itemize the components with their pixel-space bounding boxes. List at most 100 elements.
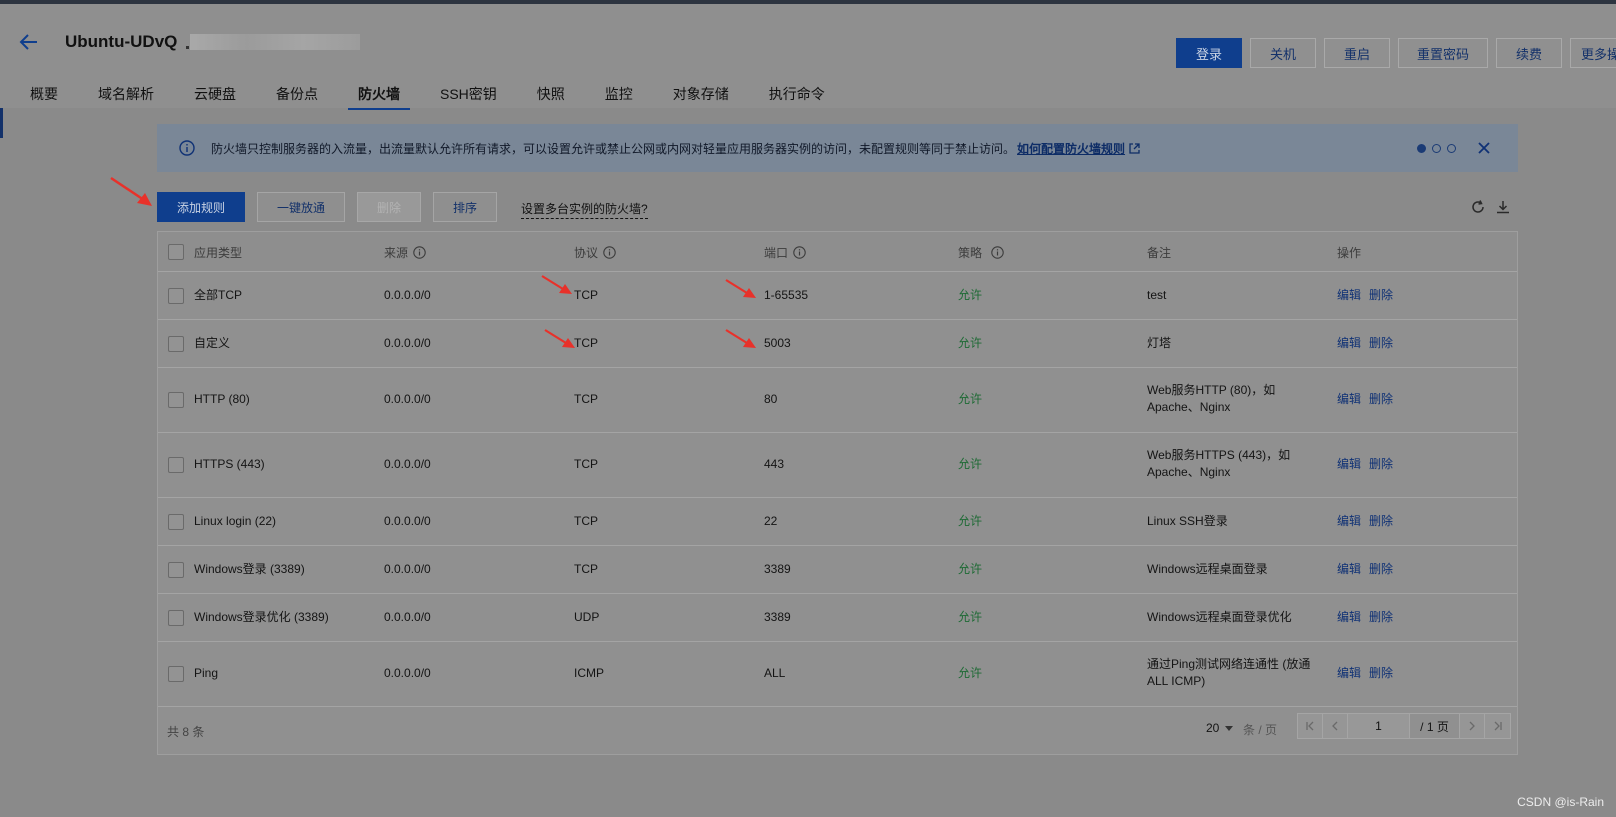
more-actions-button[interactable]: 更多操 xyxy=(1570,38,1616,68)
col-source: 来源 xyxy=(384,244,426,261)
page-number-input[interactable] xyxy=(1348,714,1410,738)
tab-snapshot[interactable]: 快照 xyxy=(537,78,565,110)
table-header: 应用类型 来源 协议 端口 策略 备注 操作 xyxy=(158,232,1517,272)
cell-port: 443 xyxy=(764,457,785,471)
restart-button[interactable]: 重启 xyxy=(1324,38,1390,68)
row-checkbox[interactable] xyxy=(168,562,184,578)
external-link-icon[interactable] xyxy=(1129,142,1140,154)
delete-rule-link[interactable]: 删除 xyxy=(1369,561,1393,578)
edit-rule-link[interactable]: 编辑 xyxy=(1337,665,1361,682)
back-arrow-icon[interactable] xyxy=(18,31,40,53)
firewall-help-link[interactable]: 如何配置防火墙规则 xyxy=(1017,140,1125,157)
carousel-dot[interactable] xyxy=(1417,144,1426,153)
cell-app: Windows登录优化 (3389) xyxy=(194,610,329,624)
tab-domain[interactable]: 域名解析 xyxy=(98,78,154,110)
cell-policy: 允许 xyxy=(958,666,983,680)
table-row: Windows登录优化 (3389) 0.0.0.0/0 UDP 3389 允许… xyxy=(158,594,1517,642)
cell-source: 0.0.0.0/0 xyxy=(384,457,431,471)
left-accent xyxy=(0,108,3,138)
cell-source: 0.0.0.0/0 xyxy=(384,610,431,624)
edit-rule-link[interactable]: 编辑 xyxy=(1337,456,1361,473)
row-checkbox[interactable] xyxy=(168,457,184,473)
cell-remark: 通过Ping测试网络连通性 (放通 ALL ICMP) xyxy=(1147,657,1311,688)
last-page-button[interactable] xyxy=(1485,714,1510,738)
cell-source: 0.0.0.0/0 xyxy=(384,666,431,680)
close-icon[interactable] xyxy=(1476,140,1492,156)
sort-button[interactable]: 排序 xyxy=(433,192,497,222)
tab-firewall[interactable]: 防火墙 xyxy=(348,78,410,110)
pagination: / 1 页 xyxy=(1297,713,1511,739)
add-rule-button[interactable]: 添加规则 xyxy=(157,192,245,222)
one-click-open-button[interactable]: 一键放通 xyxy=(257,192,345,222)
edit-rule-link[interactable]: 编辑 xyxy=(1337,609,1361,626)
carousel-dot[interactable] xyxy=(1447,144,1456,153)
delete-rule-link[interactable]: 删除 xyxy=(1369,456,1393,473)
notice-text: 防火墙只控制服务器的入流量，出流量默认允许所有请求，可以设置允许或禁止公网或内网… xyxy=(211,141,1016,156)
table-row: HTTP (80) 0.0.0.0/0 TCP 80 允许 Web服务HTTP … xyxy=(158,368,1517,433)
edit-rule-link[interactable]: 编辑 xyxy=(1337,391,1361,408)
help-icon[interactable] xyxy=(603,246,616,259)
edit-rule-link[interactable]: 编辑 xyxy=(1337,335,1361,352)
row-checkbox[interactable] xyxy=(168,666,184,682)
cell-app: HTTP (80) xyxy=(194,392,250,406)
delete-rule-link[interactable]: 删除 xyxy=(1369,513,1393,530)
prev-page-button[interactable] xyxy=(1323,714,1348,738)
refresh-icon[interactable] xyxy=(1470,199,1486,215)
tab-run-command[interactable]: 执行命令 xyxy=(769,78,825,110)
edit-rule-link[interactable]: 编辑 xyxy=(1337,513,1361,530)
row-checkbox[interactable] xyxy=(168,288,184,304)
tab-object-storage[interactable]: 对象存储 xyxy=(673,78,729,110)
row-checkbox[interactable] xyxy=(168,392,184,408)
cell-app: Windows登录 (3389) xyxy=(194,562,305,576)
cell-protocol: TCP xyxy=(574,336,598,350)
cell-policy: 允许 xyxy=(958,336,983,350)
tab-ssh-key[interactable]: SSH密钥 xyxy=(440,78,497,110)
col-remark: 备注 xyxy=(1147,246,1172,260)
firewall-rules-table: 应用类型 来源 协议 端口 策略 备注 操作 全部TCP 0.0.0.0/0 T… xyxy=(157,231,1518,755)
login-button[interactable]: 登录 xyxy=(1176,38,1242,68)
page-size-select[interactable]: 20 xyxy=(1206,721,1234,735)
row-checkbox[interactable] xyxy=(168,610,184,626)
delete-rule-link[interactable]: 删除 xyxy=(1369,335,1393,352)
info-banner: 防火墙只控制服务器的入流量，出流量默认允许所有请求，可以设置允许或禁止公网或内网… xyxy=(157,124,1518,172)
redacted-ip xyxy=(186,34,360,50)
cell-port: 3389 xyxy=(764,610,791,624)
col-app-type: 应用类型 xyxy=(194,246,243,260)
renew-button[interactable]: 续费 xyxy=(1496,38,1562,68)
cell-port: 5003 xyxy=(764,336,791,350)
col-actions: 操作 xyxy=(1337,246,1362,260)
row-checkbox[interactable] xyxy=(168,514,184,530)
delete-rule-link[interactable]: 删除 xyxy=(1369,665,1393,682)
tab-overview[interactable]: 概要 xyxy=(30,78,58,110)
edit-rule-link[interactable]: 编辑 xyxy=(1337,287,1361,304)
tab-monitor[interactable]: 监控 xyxy=(605,78,633,110)
download-icon[interactable] xyxy=(1495,199,1511,215)
total-count: 共 8 条 xyxy=(167,725,205,739)
delete-rule-link[interactable]: 删除 xyxy=(1369,609,1393,626)
row-checkbox[interactable] xyxy=(168,336,184,352)
delete-rule-link[interactable]: 删除 xyxy=(1369,391,1393,408)
cell-source: 0.0.0.0/0 xyxy=(384,392,431,406)
next-page-button[interactable] xyxy=(1460,714,1485,738)
cell-policy: 允许 xyxy=(958,514,983,528)
shutdown-button[interactable]: 关机 xyxy=(1250,38,1316,68)
carousel-dot[interactable] xyxy=(1432,144,1441,153)
help-icon[interactable] xyxy=(793,246,806,259)
tab-disk[interactable]: 云硬盘 xyxy=(194,78,236,110)
reset-password-button[interactable]: 重置密码 xyxy=(1398,38,1488,68)
select-all-checkbox[interactable] xyxy=(168,244,184,260)
chevron-down-icon xyxy=(1225,725,1234,731)
tab-backup[interactable]: 备份点 xyxy=(276,78,318,110)
delete-rule-link[interactable]: 删除 xyxy=(1369,287,1393,304)
table-row: 全部TCP 0.0.0.0/0 TCP 1-65535 允许 test 编辑 删… xyxy=(158,272,1517,320)
col-protocol: 协议 xyxy=(574,244,616,261)
cell-remark: Web服务HTTPS (443)，如 Apache、Nginx xyxy=(1147,448,1291,479)
delete-rules-button[interactable]: 删除 xyxy=(357,192,421,222)
first-page-button[interactable] xyxy=(1298,714,1323,738)
cell-port: ALL xyxy=(764,666,786,680)
help-icon[interactable] xyxy=(991,246,1004,259)
multi-instance-firewall-link[interactable]: 设置多台实例的防火墙? xyxy=(521,200,648,219)
help-icon[interactable] xyxy=(413,246,426,259)
edit-rule-link[interactable]: 编辑 xyxy=(1337,561,1361,578)
info-icon xyxy=(179,140,195,156)
